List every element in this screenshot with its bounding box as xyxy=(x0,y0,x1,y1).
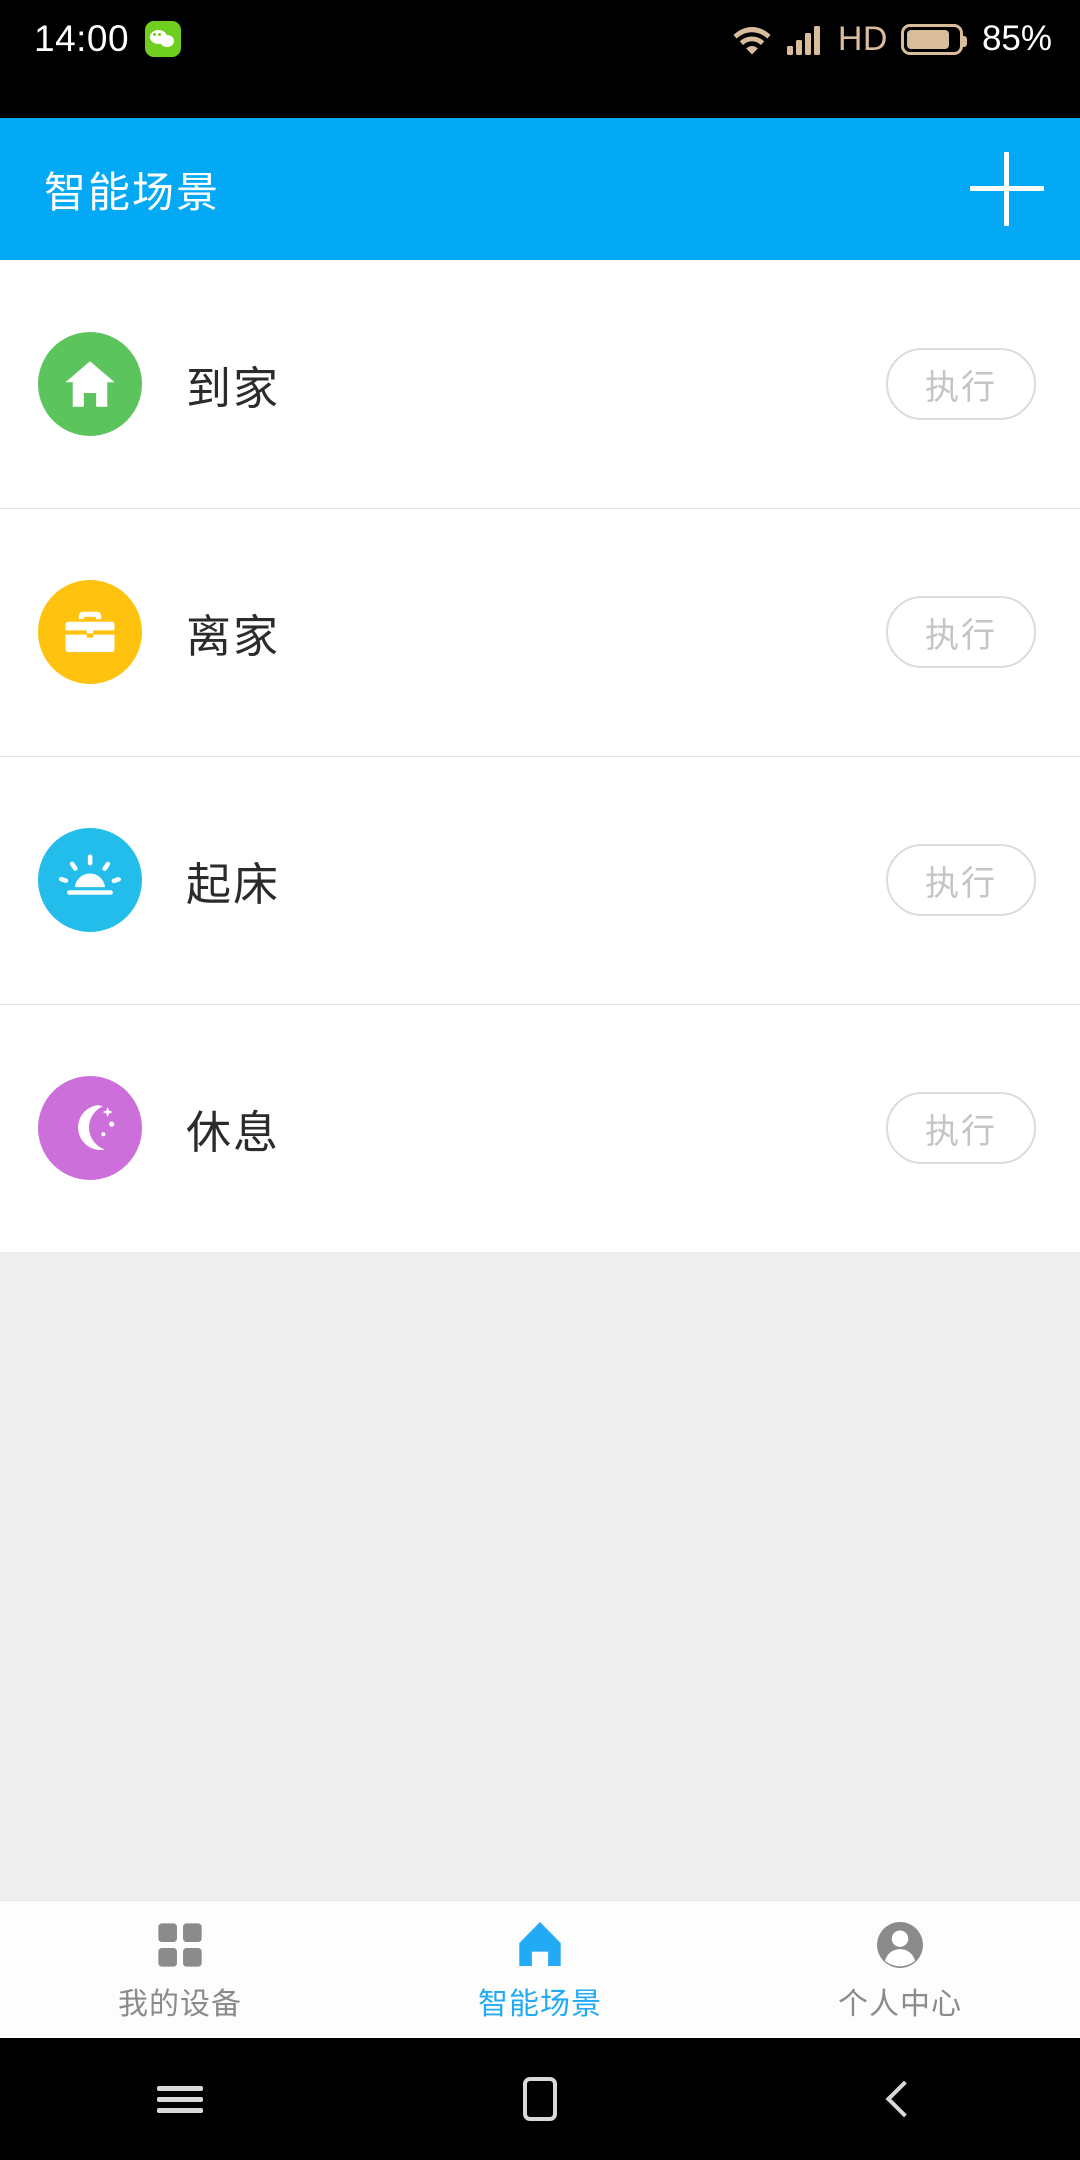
person-icon xyxy=(874,1917,926,1971)
sunrise-icon xyxy=(38,828,142,932)
execute-button-label: 执行 xyxy=(925,864,997,903)
square-icon[interactable] xyxy=(360,2077,720,2121)
list-item[interactable]: 离家 执行 xyxy=(0,508,1080,756)
list-item-label: 到家 xyxy=(186,362,281,414)
status-bar-indicators: HD 85% xyxy=(732,19,1052,59)
chevron-left-icon[interactable] xyxy=(720,2080,1080,2118)
app-header: 智能场景 xyxy=(0,118,1080,260)
tab-profile[interactable]: 个人中心 xyxy=(720,1901,1080,2038)
phone-screen: 14:00 HD 85% 智能场景 到家 执行 离家 执行 起床 执行 休息 执… xyxy=(0,0,1080,2160)
list-item-label: 离家 xyxy=(186,610,281,662)
list-item[interactable]: 到家 执行 xyxy=(0,260,1080,508)
moon-stars-icon xyxy=(38,1076,142,1180)
execute-button[interactable]: 执行 xyxy=(886,596,1036,668)
execute-button[interactable]: 执行 xyxy=(886,1092,1036,1164)
briefcase-icon xyxy=(38,580,142,684)
list-item[interactable]: 起床 执行 xyxy=(0,756,1080,1004)
plus-icon[interactable] xyxy=(970,152,1044,226)
execute-button[interactable]: 执行 xyxy=(886,348,1036,420)
execute-button[interactable]: 执行 xyxy=(886,844,1036,916)
tab-smart-scenes[interactable]: 智能场景 xyxy=(360,1901,720,2038)
home-icon xyxy=(38,332,142,436)
system-navigation-bar xyxy=(0,2038,1080,2160)
bottom-tab-bar: 我的设备 智能场景 个人中心 xyxy=(0,1900,1080,2038)
home-icon xyxy=(513,1917,567,1971)
execute-button-label: 执行 xyxy=(925,1112,997,1151)
tab-label: 个人中心 xyxy=(838,1987,962,2021)
execute-button-label: 执行 xyxy=(925,616,997,655)
status-bar-clock: 14:00 xyxy=(34,18,130,59)
status-bar: 14:00 HD 85% xyxy=(0,0,1080,78)
battery-icon xyxy=(900,23,967,55)
grid-icon xyxy=(154,1917,206,1971)
list-item-label: 休息 xyxy=(186,1106,281,1158)
scene-list-container: 到家 执行 离家 执行 起床 执行 休息 执行 xyxy=(0,260,1080,1900)
avatar xyxy=(877,1921,923,1968)
cellular-signal-icon xyxy=(786,26,820,55)
tab-my-devices[interactable]: 我的设备 xyxy=(0,1901,360,2038)
network-type-label: HD xyxy=(837,19,888,58)
scene-list: 到家 执行 离家 执行 起床 执行 休息 执行 xyxy=(0,260,1080,1252)
list-item-label: 起床 xyxy=(186,858,281,910)
page-title: 智能场景 xyxy=(44,168,221,216)
list-item[interactable]: 休息 执行 xyxy=(0,1004,1080,1252)
tab-label: 智能场景 xyxy=(478,1987,602,2021)
wifi-icon xyxy=(733,27,771,55)
wechat-icon xyxy=(145,21,182,57)
execute-button-label: 执行 xyxy=(925,368,997,407)
menu-icon[interactable] xyxy=(0,2080,360,2119)
battery-percent-label: 85% xyxy=(981,19,1052,58)
tab-label: 我的设备 xyxy=(118,1987,242,2021)
